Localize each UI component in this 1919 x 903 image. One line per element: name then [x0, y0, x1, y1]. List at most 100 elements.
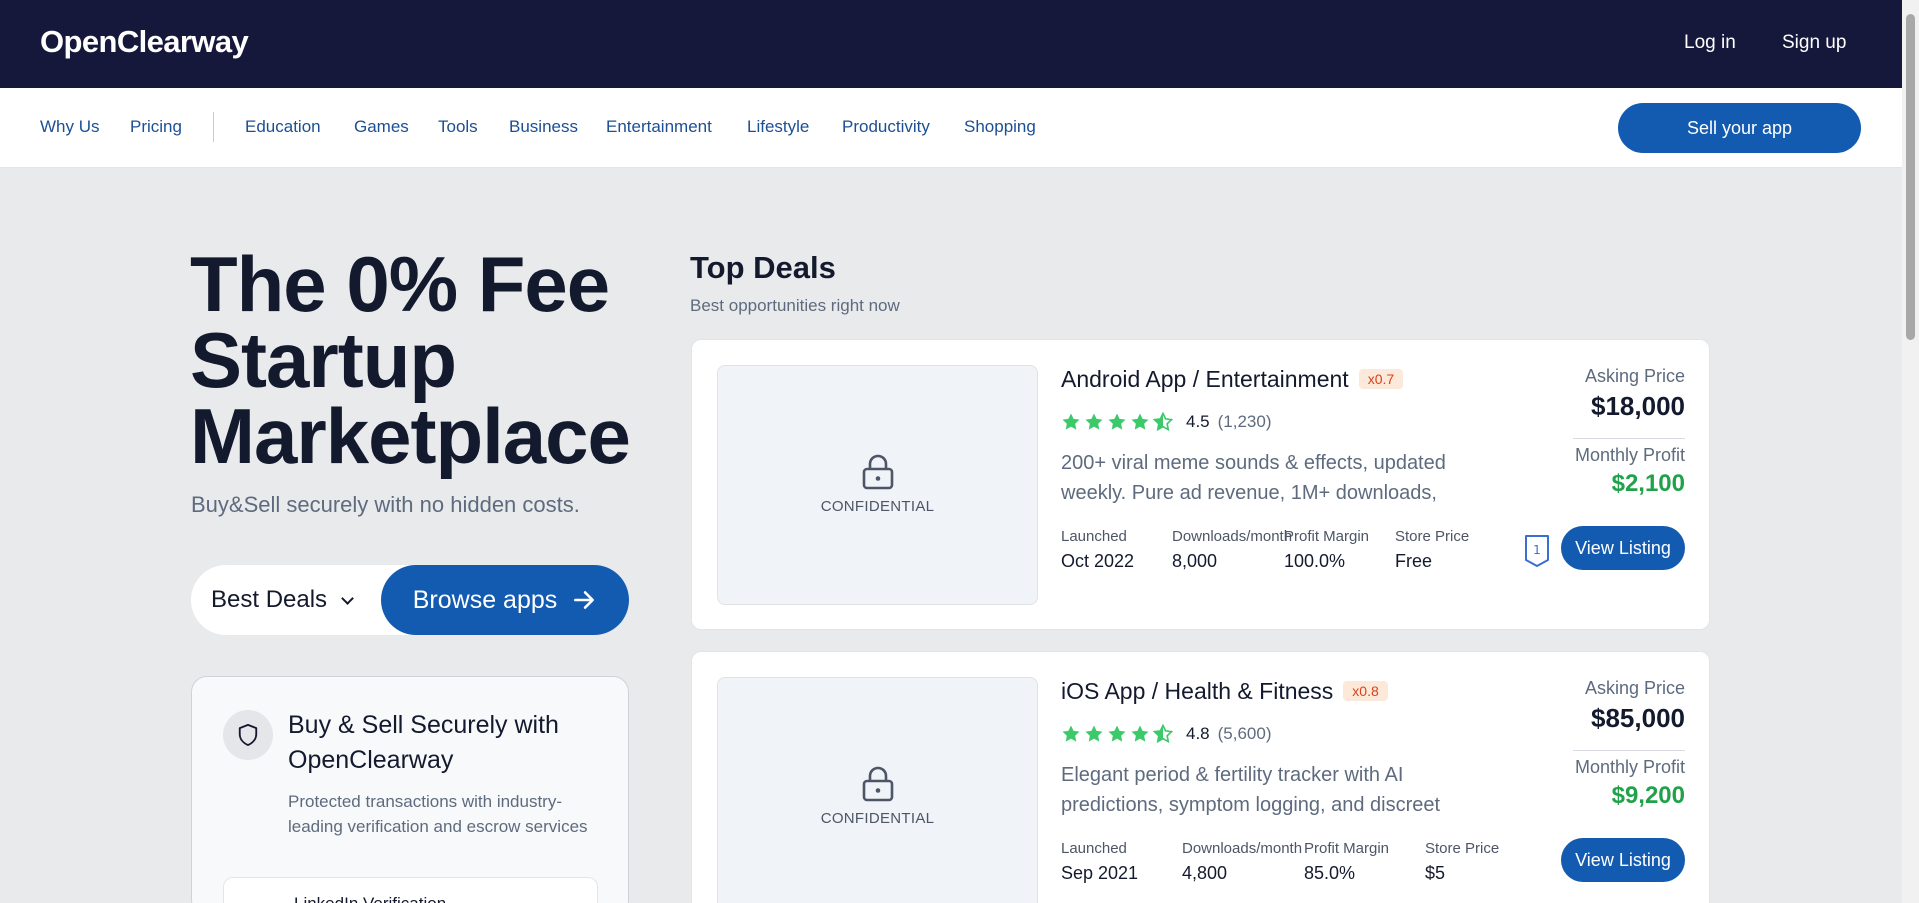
nav-entertainment[interactable]: Entertainment — [606, 117, 712, 137]
stat-store-price: Store Price $5 — [1425, 840, 1499, 884]
confidential-label: CONFIDENTIAL — [820, 498, 935, 515]
stat-label: Launched — [1061, 840, 1127, 857]
rating: 4.5 (1,230) — [1061, 412, 1272, 432]
linkedin-verification-item: LinkedIn Verification — [223, 877, 598, 903]
star-icon — [1085, 725, 1103, 742]
star-icon — [1131, 725, 1149, 742]
stat-label: Store Price — [1425, 840, 1500, 857]
deal-card[interactable]: CONFIDENTIAL iOS App / Health & Fitness x… — [691, 651, 1710, 903]
monthly-profit-label: Monthly Profit — [1574, 757, 1685, 777]
secure-card-title: Buy & Sell Securely with OpenClearway — [288, 711, 559, 774]
stat-launched: Launched Oct 2022 — [1061, 528, 1134, 572]
shield-icon — [223, 710, 273, 760]
rating-value: 4.8 — [1186, 724, 1210, 743]
signup-link[interactable]: Sign up — [1782, 32, 1846, 54]
category-nav: Why Us Pricing Education Games Tools Bus… — [0, 88, 1902, 168]
stat-label: Launched — [1061, 528, 1127, 545]
login-link[interactable]: Log in — [1684, 32, 1736, 54]
star-icon — [1108, 413, 1126, 430]
star-icon — [1062, 413, 1080, 430]
linkedin-verification-label: LinkedIn Verification — [294, 894, 446, 903]
stat-value: 85.0% — [1304, 863, 1356, 883]
stat-store-price: Store Price Free — [1395, 528, 1469, 572]
scroll-thumb[interactable] — [1906, 14, 1915, 340]
star-half-icon — [1153, 412, 1173, 432]
stat-value: 4,800 — [1182, 863, 1228, 883]
top-deals-subtitle: Best opportunities right now — [690, 296, 900, 315]
deal-name[interactable]: iOS App / Health & Fitness x0.8 — [1061, 678, 1388, 705]
star-icon — [1131, 413, 1149, 430]
stat-label: Downloads/month — [1182, 840, 1303, 857]
top-bar: OpenClearway Log in Sign up — [0, 0, 1902, 88]
stat-value: Oct 2022 — [1061, 551, 1135, 571]
asking-price-value: $18,000 — [1591, 391, 1685, 421]
hero-subtitle: Buy&Sell securely with no hidden costs. — [191, 492, 580, 517]
nav-games[interactable]: Games — [354, 117, 409, 137]
secure-info-card: Buy & Sell Securely with OpenClearway Pr… — [191, 676, 629, 903]
stat-value: $5 — [1425, 863, 1446, 883]
stat-value: 100.0% — [1284, 551, 1346, 571]
logo[interactable]: OpenClearway — [40, 24, 249, 60]
nav-business[interactable]: Business — [509, 117, 578, 137]
sort-select[interactable]: Best Deals — [211, 586, 354, 614]
multiplier-badge: x0.8 — [1343, 681, 1388, 701]
stat-downloads: Downloads/month 8,000 — [1172, 528, 1292, 572]
sell-your-app-button[interactable]: Sell your app — [1618, 103, 1861, 153]
deal-description: Elegant period & fertility tracker with … — [1061, 764, 1441, 816]
price-divider — [1573, 438, 1685, 439]
asking-price: Asking Price $85,000 — [1585, 678, 1685, 734]
monthly-profit: Monthly Profit $2,100 — [1575, 445, 1685, 498]
nav-education[interactable]: Education — [245, 117, 321, 137]
monthly-profit-label: Monthly Profit — [1574, 445, 1685, 465]
nav-tools[interactable]: Tools — [438, 117, 478, 137]
deal-name[interactable]: Android App / Entertainment x0.7 — [1061, 366, 1404, 393]
deal-thumbnail: CONFIDENTIAL — [717, 365, 1038, 605]
hero-title: The 0% Fee Startup Marketplace — [190, 240, 631, 480]
deal-title: Android App / Entertainment — [1061, 366, 1349, 392]
stat-label: Store Price — [1395, 528, 1470, 545]
asking-price-label: Asking Price — [1584, 678, 1685, 698]
stat-label: Profit Margin — [1304, 840, 1390, 857]
asking-price-value: $85,000 — [1591, 703, 1685, 733]
nav-shopping[interactable]: Shopping — [964, 117, 1036, 137]
stat-margin: Profit Margin 100.0% — [1284, 528, 1369, 572]
browse-apps-button[interactable]: Browse apps — [381, 565, 629, 635]
stat-value: 8,000 — [1172, 551, 1218, 571]
deal-card[interactable]: CONFIDENTIAL Android App / Entertainment… — [691, 339, 1710, 630]
nav-why-us[interactable]: Why Us — [40, 117, 100, 137]
top-deals-title: Top Deals — [690, 250, 836, 285]
star-icon — [1085, 413, 1103, 430]
secure-card-text: Protected transactions with industry-lea… — [288, 792, 588, 836]
multiplier-badge: x0.7 — [1358, 369, 1404, 389]
nav-pricing[interactable]: Pricing — [130, 117, 182, 137]
stat-label: Profit Margin — [1284, 528, 1370, 545]
scrollbar[interactable] — [1902, 0, 1919, 903]
deal-description: 200+ viral meme sounds & effects, update… — [1061, 452, 1446, 504]
rating-count: (1,230) — [1217, 412, 1272, 431]
view-listing-button[interactable]: View Listing — [1561, 838, 1685, 882]
view-listing-button[interactable]: View Listing — [1561, 526, 1685, 570]
monthly-profit: Monthly Profit $9,200 — [1575, 757, 1685, 810]
nav-lifestyle[interactable]: Lifestyle — [747, 117, 809, 137]
bookmark-badge-count: 1 — [1533, 543, 1541, 557]
star-icon — [1062, 725, 1080, 742]
monthly-profit-value: $9,200 — [1611, 782, 1685, 809]
confidential-label: CONFIDENTIAL — [820, 810, 935, 827]
bookmark-badge-icon[interactable]: 1 — [1524, 534, 1550, 568]
deal-thumbnail: CONFIDENTIAL — [717, 677, 1038, 903]
rating-value: 4.5 — [1186, 412, 1210, 431]
browse-apps-label: Browse apps — [412, 585, 558, 614]
stat-launched: Launched Sep 2021 — [1061, 840, 1138, 884]
asking-price: Asking Price $18,000 — [1585, 366, 1685, 422]
nav-productivity[interactable]: Productivity — [842, 117, 930, 137]
rating-count: (5,600) — [1217, 724, 1272, 743]
star-half-icon — [1153, 724, 1173, 744]
lock-icon — [862, 454, 893, 490]
stat-label: Downloads/month — [1172, 528, 1293, 545]
asking-price-label: Asking Price — [1584, 366, 1685, 386]
browse-bar: Best Deals Browse apps — [191, 565, 629, 635]
stat-downloads: Downloads/month 4,800 — [1182, 840, 1302, 884]
chevron-down-icon — [341, 591, 354, 605]
stat-value: Sep 2021 — [1061, 863, 1139, 883]
star-icon — [1108, 725, 1126, 742]
